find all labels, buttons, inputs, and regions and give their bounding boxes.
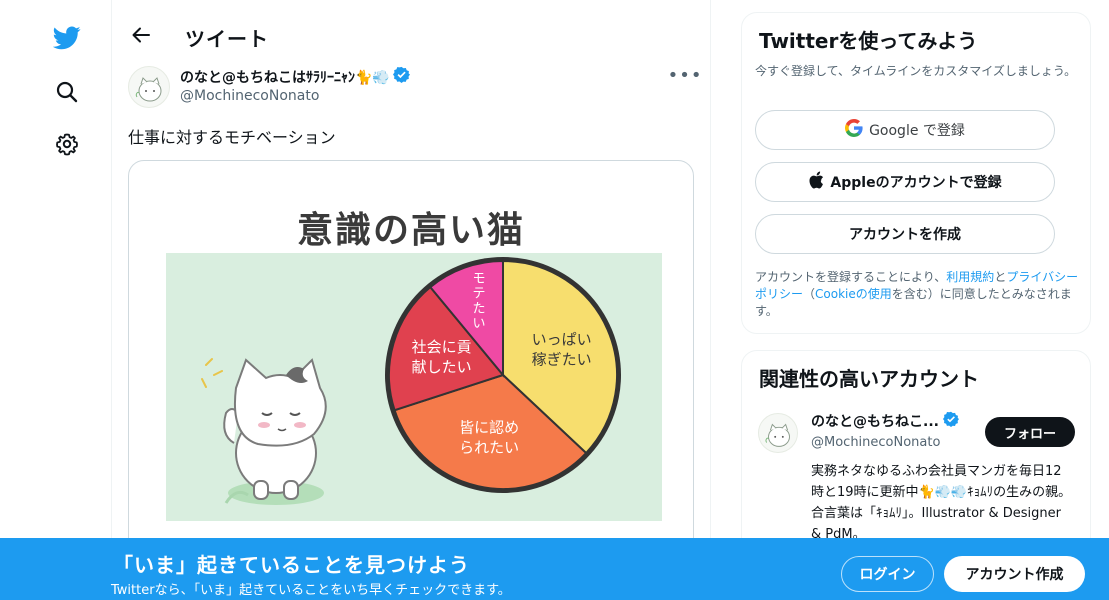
page-title: ツイート <box>185 27 269 51</box>
bottom-signup-bar: 「いま」起きていることを見つけよう Twitterなら、「いま」起きていることを… <box>0 538 1109 600</box>
legal-text-1: アカウントを登録することにより、 <box>755 270 947 284</box>
create-account-button[interactable]: アカウントを作成 <box>755 214 1055 254</box>
cookie-use-link[interactable]: Cookieの使用 <box>815 287 892 301</box>
more-options-icon[interactable]: ••• <box>668 62 702 88</box>
apple-signup-label: Appleのアカウントで登録 <box>830 175 1002 191</box>
related-name-text: のなと@もちねこ... <box>811 414 939 430</box>
author-avatar[interactable] <box>128 66 170 108</box>
login-button[interactable]: ログイン <box>841 556 934 592</box>
image-background: いっぱい稼ぎたい 皆に認められたい 社会に貢献したい モテたい <box>166 253 662 521</box>
legal-text-3: （ <box>803 287 816 301</box>
author-name[interactable]: のなと@もちねこはｻﾗﾘｰﾆｬﾝ🐈💨 <box>180 66 410 87</box>
apple-icon <box>808 171 824 193</box>
author-name-text: のなと@もちねこはｻﾗﾘｰﾆｬﾝ🐈💨 <box>180 69 390 86</box>
related-name[interactable]: のなと@もちねこ... <box>811 411 959 431</box>
author-handle[interactable]: @MochinecoNonato <box>180 88 319 104</box>
motivation-pie-chart: いっぱい稼ぎたい皆に認められたい社会に貢献したいモテたい <box>385 257 621 493</box>
google-signup-label: Google で登録 <box>869 123 965 139</box>
pie-label-be-popular: モテたい <box>473 271 486 331</box>
signup-card: Twitterを使ってみよう 今すぐ登録して、タイムラインをカスタマイズしましょ… <box>741 12 1091 334</box>
related-title: 関連性の高いアカウント <box>759 367 979 391</box>
back-arrow-icon[interactable] <box>126 20 156 50</box>
signup-button[interactable]: アカウント作成 <box>944 556 1085 592</box>
signup-subtitle: 今すぐ登録して、タイムラインをカスタマイズしましょう。 <box>755 64 1077 78</box>
google-signup-button[interactable]: Google で登録 <box>755 110 1055 150</box>
apple-signup-button[interactable]: Appleのアカウントで登録 <box>755 162 1055 202</box>
settings-icon[interactable] <box>44 121 90 167</box>
signup-title: Twitterを使ってみよう <box>759 29 978 53</box>
twitter-logo-icon[interactable] <box>44 15 90 61</box>
tweet-text: 仕事に対するモチベーション <box>128 128 336 147</box>
main-column: ツイート のなと@もちねこはｻﾗﾘｰﾆｬﾝ🐈💨 @MochinecoNonato… <box>112 0 711 600</box>
legal-notice: アカウントを登録することにより、利用規約とプライバシーポリシー（Cookieの使… <box>755 269 1081 320</box>
related-handle[interactable]: @MochinecoNonato <box>811 435 940 450</box>
bottom-bar-subtitle: Twitterなら、「いま」起きていることをいち早くチェックできます。 <box>111 583 511 598</box>
verified-badge-icon <box>942 411 959 431</box>
google-icon <box>845 119 863 141</box>
tweet-image[interactable]: 意識の高い猫 いっぱい稼ぎたい皆に認められたい 社会に貢献したい モテたい <box>128 160 694 560</box>
header: ツイート <box>112 14 711 58</box>
related-avatar[interactable] <box>758 413 798 453</box>
legal-text-2: と <box>994 270 1007 284</box>
image-title: 意識の高い猫 <box>296 210 525 251</box>
verified-badge-icon <box>392 66 410 87</box>
left-nav <box>0 0 112 600</box>
follow-button[interactable]: フォロー <box>985 417 1075 447</box>
bottom-bar-title: 「いま」起きていることを見つけよう <box>113 553 470 577</box>
related-bio: 実務ネタなゆるふわ会社員マンガを毎日12時と19時に更新中🐈💨💨ｷｮﾑﾘの生みの… <box>811 464 1072 542</box>
search-icon[interactable] <box>44 69 90 115</box>
create-account-label: アカウントを作成 <box>849 227 961 243</box>
terms-link[interactable]: 利用規約 <box>946 270 994 284</box>
